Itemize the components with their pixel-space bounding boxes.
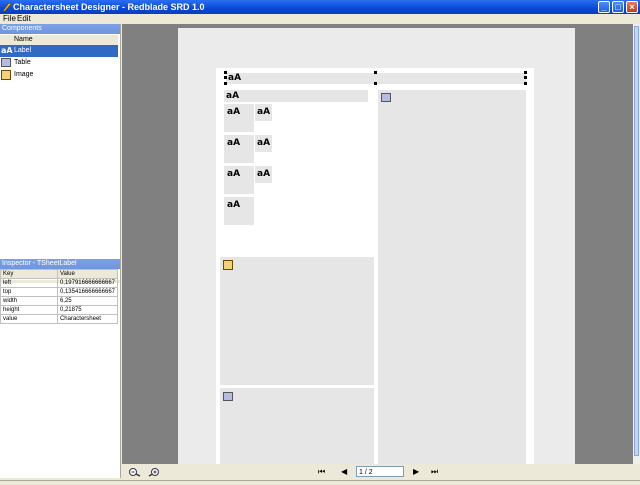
- sheet-label[interactable]: aA: [224, 166, 254, 194]
- inspector-value[interactable]: 0,197916666666667: [56, 278, 119, 288]
- inspector-key: left: [0, 278, 58, 288]
- table-row[interactable]: value Charactersheet: [0, 314, 119, 324]
- inspector-table: Key Value left 0,197916666666667 top 0,135…: [0, 269, 119, 324]
- sheet-label[interactable]: aA: [255, 135, 272, 152]
- next-page-button[interactable]: ▶: [413, 467, 419, 477]
- label-icon: aA: [1, 46, 13, 55]
- resize-handle[interactable]: [224, 71, 227, 74]
- app-icon: [2, 2, 12, 12]
- image-icon: [223, 260, 233, 270]
- left-panel: Components Name aA Label Table Image Ins…: [0, 24, 121, 478]
- bottom-toolbar: ⏮ ◀ 1 / 2 ▶ ⏭: [122, 464, 640, 480]
- table-icon: [1, 58, 12, 68]
- table-row[interactable]: top 0,135416666666667: [0, 287, 119, 297]
- inspector-key: height: [0, 305, 58, 315]
- inspector-key-header: Key: [0, 269, 58, 279]
- close-button[interactable]: ×: [626, 1, 638, 13]
- components-header: Components: [0, 24, 120, 34]
- previous-page-button[interactable]: ◀: [341, 467, 347, 477]
- resize-handle[interactable]: [374, 71, 377, 74]
- inspector-key: value: [0, 314, 58, 324]
- vertical-scrollbar[interactable]: [633, 24, 640, 464]
- label-glyph: aA: [257, 138, 271, 148]
- inspector-value[interactable]: Charactersheet: [56, 314, 119, 324]
- component-item-table-text: Table: [14, 59, 31, 66]
- sheet-table[interactable]: [378, 90, 526, 464]
- component-item-label[interactable]: aA Label: [0, 45, 118, 57]
- sheet-label[interactable]: aA: [224, 135, 254, 163]
- sheet-table[interactable]: [220, 388, 374, 464]
- image-icon: [1, 70, 12, 80]
- scrollbar-thumb[interactable]: [634, 26, 639, 456]
- first-page-button[interactable]: ⏮: [318, 467, 325, 477]
- sheet-label[interactable]: aA: [224, 104, 254, 132]
- inspector-value[interactable]: 0,21875: [56, 305, 119, 315]
- resize-handle[interactable]: [374, 82, 377, 85]
- resize-handle[interactable]: [524, 76, 527, 79]
- resize-handle[interactable]: [524, 71, 527, 74]
- sheet-label[interactable]: aA: [224, 90, 368, 102]
- label-glyph: aA: [227, 169, 241, 179]
- window-title: Charactersheet Designer - Redblade SRD 1…: [13, 2, 205, 12]
- zoom-in-icon[interactable]: [148, 467, 162, 480]
- last-page-button[interactable]: ⏭: [431, 467, 438, 477]
- page-number-field[interactable]: 1 / 2: [356, 466, 404, 477]
- component-item-image[interactable]: Image: [0, 69, 118, 81]
- minimize-button[interactable]: _: [598, 1, 610, 13]
- sheet-label[interactable]: aA: [224, 197, 254, 225]
- sheet-label[interactable]: aA: [255, 104, 272, 121]
- name-column: Name: [14, 36, 33, 43]
- inspector-key: width: [0, 296, 58, 306]
- inspector-header: Inspector - TSheetLabel: [0, 259, 120, 269]
- table-row[interactable]: height 0,21875: [0, 305, 119, 315]
- title-bar: Charactersheet Designer - Redblade SRD 1…: [0, 0, 640, 14]
- maximize-button[interactable]: □: [612, 1, 624, 13]
- menu-edit[interactable]: Edit: [17, 14, 31, 24]
- label-glyph: aA: [227, 138, 241, 148]
- inspector-value[interactable]: 6,25: [56, 296, 119, 306]
- table-row[interactable]: width 6,25: [0, 296, 119, 306]
- label-glyph: aA: [228, 73, 242, 83]
- status-bar: [0, 480, 640, 485]
- table-icon: [223, 392, 233, 401]
- zoom-out-icon[interactable]: [128, 467, 142, 480]
- resize-handle[interactable]: [224, 76, 227, 79]
- resize-handle[interactable]: [524, 82, 527, 85]
- component-item-label-text: Label: [14, 47, 32, 54]
- sheet-label[interactable]: aA: [255, 166, 272, 183]
- menu-file[interactable]: File: [3, 14, 16, 24]
- label-glyph: aA: [257, 107, 271, 117]
- label-glyph: aA: [226, 91, 240, 101]
- sheet-image[interactable]: [220, 257, 374, 385]
- component-item-image-text: Image: [14, 71, 34, 78]
- component-item-table[interactable]: Table: [0, 57, 118, 69]
- label-glyph: aA: [227, 107, 241, 117]
- table-icon: [381, 93, 391, 102]
- inspector-value[interactable]: 0,135416666666667: [56, 287, 119, 297]
- inspector-key: top: [0, 287, 58, 297]
- table-row[interactable]: left 0,197916666666667: [0, 278, 119, 288]
- label-glyph: aA: [257, 169, 271, 179]
- menu-bar: File Edit: [0, 14, 640, 24]
- label-glyph: aA: [227, 200, 241, 210]
- resize-handle[interactable]: [224, 82, 227, 85]
- inspector-value-header: Value: [56, 269, 119, 279]
